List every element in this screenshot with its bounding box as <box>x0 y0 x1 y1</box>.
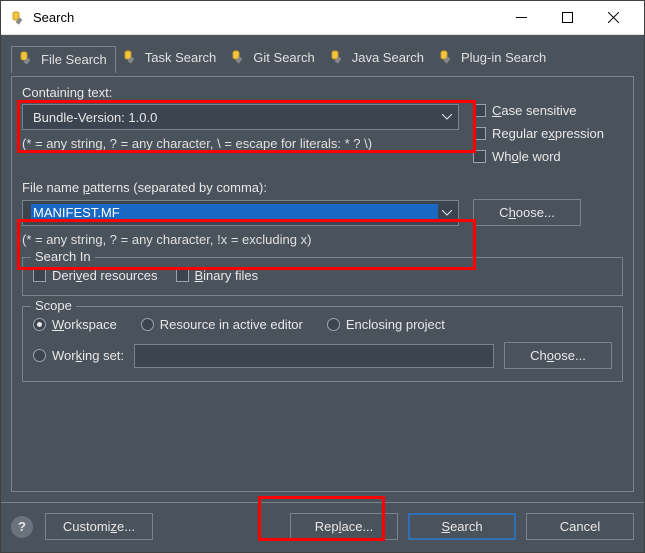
dialog-client: File Search Task Search Git Search Java … <box>1 35 644 502</box>
derived-checkbox[interactable]: Derived resources <box>33 268 158 283</box>
tab-label: Task Search <box>145 50 217 65</box>
containing-text-label: Containing text: <box>22 85 459 100</box>
search-button[interactable]: Search <box>408 513 516 540</box>
customize-button[interactable]: Customize... <box>45 513 153 540</box>
workingset-input[interactable] <box>134 344 494 368</box>
containing-text-hint: (* = any string, ? = any character, \ = … <box>22 136 459 151</box>
scope-title: Scope <box>31 298 76 313</box>
case-sensitive-checkbox[interactable]: CCase sensitivease sensitive <box>473 103 623 118</box>
flashlight-icon <box>331 50 347 66</box>
minimize-button[interactable] <box>498 3 544 33</box>
filename-label: File name patterns (separated by comma): <box>22 180 623 195</box>
file-search-panel: Containing text: (* = any string, ? = an… <box>11 76 634 492</box>
chevron-down-icon[interactable] <box>438 106 456 128</box>
checkbox-icon <box>473 127 486 140</box>
whole-word-checkbox[interactable]: Whole word <box>473 149 623 164</box>
titlebar: Search <box>1 1 644 35</box>
radio-icon <box>33 349 46 362</box>
tab-java-search[interactable]: Java Search <box>323 45 432 72</box>
checkbox-icon <box>473 104 486 117</box>
dialog-buttons: ? Customize... Replace... Search Cancel <box>1 502 644 552</box>
search-dialog: Search File Search Task Search Git Searc… <box>0 0 645 553</box>
flashlight-icon <box>11 10 27 26</box>
scope-enclosing-radio[interactable]: Enclosing project <box>327 317 445 332</box>
radio-icon <box>33 318 46 331</box>
choose-workingset-button[interactable]: Choose... <box>504 342 612 369</box>
containing-text-combo[interactable] <box>22 104 459 130</box>
tab-label: Plug-in Search <box>461 50 546 65</box>
tab-task-search[interactable]: Task Search <box>116 45 225 72</box>
choose-filename-button[interactable]: Choose... <box>473 199 581 226</box>
flashlight-icon <box>124 50 140 66</box>
checkbox-icon <box>33 269 46 282</box>
checkbox-icon <box>473 150 486 163</box>
scope-group: Scope Workspace Resource in active edito… <box>22 306 623 382</box>
containing-text-input[interactable] <box>31 109 438 126</box>
filename-input[interactable]: MANIFEST.MF <box>31 204 438 221</box>
tab-label: Java Search <box>352 50 424 65</box>
replace-button[interactable]: Replace... <box>290 513 398 540</box>
tab-label: Git Search <box>253 50 314 65</box>
filename-combo[interactable]: MANIFEST.MF <box>22 200 459 226</box>
filename-hint: (* = any string, ? = any character, !x =… <box>22 232 623 247</box>
search-in-title: Search In <box>31 249 95 264</box>
tab-plugin-search[interactable]: Plug-in Search <box>432 45 554 72</box>
flashlight-icon <box>440 50 456 66</box>
flashlight-icon <box>232 50 248 66</box>
radio-icon <box>327 318 340 331</box>
tab-git-search[interactable]: Git Search <box>224 45 322 72</box>
maximize-button[interactable] <box>544 3 590 33</box>
close-button[interactable] <box>590 3 636 33</box>
tab-file-search[interactable]: File Search <box>11 46 116 73</box>
flashlight-icon <box>20 51 36 67</box>
scope-workspace-radio[interactable]: Workspace <box>33 317 117 332</box>
checkbox-icon <box>176 269 189 282</box>
scope-workingset-radio[interactable]: Working set: <box>33 348 124 363</box>
window-title: Search <box>33 10 498 25</box>
tab-label: File Search <box>41 52 107 67</box>
scope-editor-radio[interactable]: Resource in active editor <box>141 317 303 332</box>
search-tabs: File Search Task Search Git Search Java … <box>11 45 634 72</box>
binary-checkbox[interactable]: Binary files <box>176 268 259 283</box>
chevron-down-icon[interactable] <box>438 202 456 224</box>
radio-icon <box>141 318 154 331</box>
regex-checkbox[interactable]: Regular expression <box>473 126 623 141</box>
search-in-group: Search In Derived resources Binary files <box>22 257 623 296</box>
help-icon[interactable]: ? <box>11 516 33 538</box>
cancel-button[interactable]: Cancel <box>526 513 634 540</box>
